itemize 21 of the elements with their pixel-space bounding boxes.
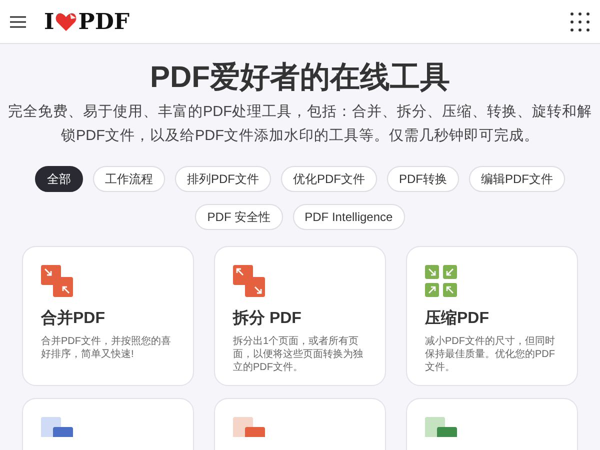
filter-chip[interactable]: PDF转换 [387, 166, 459, 192]
filter-chip[interactable]: PDF Intelligence [292, 204, 405, 230]
page-subtitle: 完全免费、易于使用、丰富的PDF处理工具，包括：合并、拆分、压缩、转换、旋转和解锁PDF文件，以及给PDF文件添加水印的工具等。仅需几秒钟即可完成。 [7, 102, 593, 146]
filter-chip[interactable]: 优化PDF文件 [281, 166, 377, 192]
logo-text: I [44, 10, 54, 32]
tool-description: 拆分出1个页面，或者所有页面，以便将这些页面转换为独立的PDF文件。 [233, 335, 364, 374]
tool-card[interactable]: 压缩PDF 减小PDF文件的尺寸，但同时保持最佳质量。优化您的PDF文件。 [406, 246, 578, 386]
tool-card[interactable]: 拆分 PDF 拆分出1个页面，或者所有页面，以便将这些页面转换为独立的PDF文件。 [214, 246, 386, 386]
filter-chip[interactable]: 编辑PDF文件 [469, 166, 565, 192]
tool-title: 压缩PDF [425, 309, 490, 329]
filter-chip[interactable]: 排列PDF文件 [175, 166, 271, 192]
tool-description: 合并PDF文件，并按照您的喜好排序，简单又快速! [41, 335, 172, 361]
logo-text: PDF [78, 10, 130, 32]
filter-chip[interactable]: 全部 [35, 166, 83, 192]
tool-card[interactable]: 合并PDF 合并PDF文件，并按照您的喜好排序，简单又快速! [22, 246, 194, 386]
tool-title: 合并PDF [41, 309, 106, 329]
tool-title: 拆分 PDF [233, 309, 302, 329]
page-title: PDF爱好者的在线工具 [150, 60, 450, 96]
filter-chip[interactable]: 工作流程 [93, 166, 165, 192]
tool-description: 减小PDF文件的尺寸，但同时保持最佳质量。优化您的PDF文件。 [425, 335, 556, 374]
filter-chip[interactable]: PDF 安全性 [195, 204, 283, 230]
